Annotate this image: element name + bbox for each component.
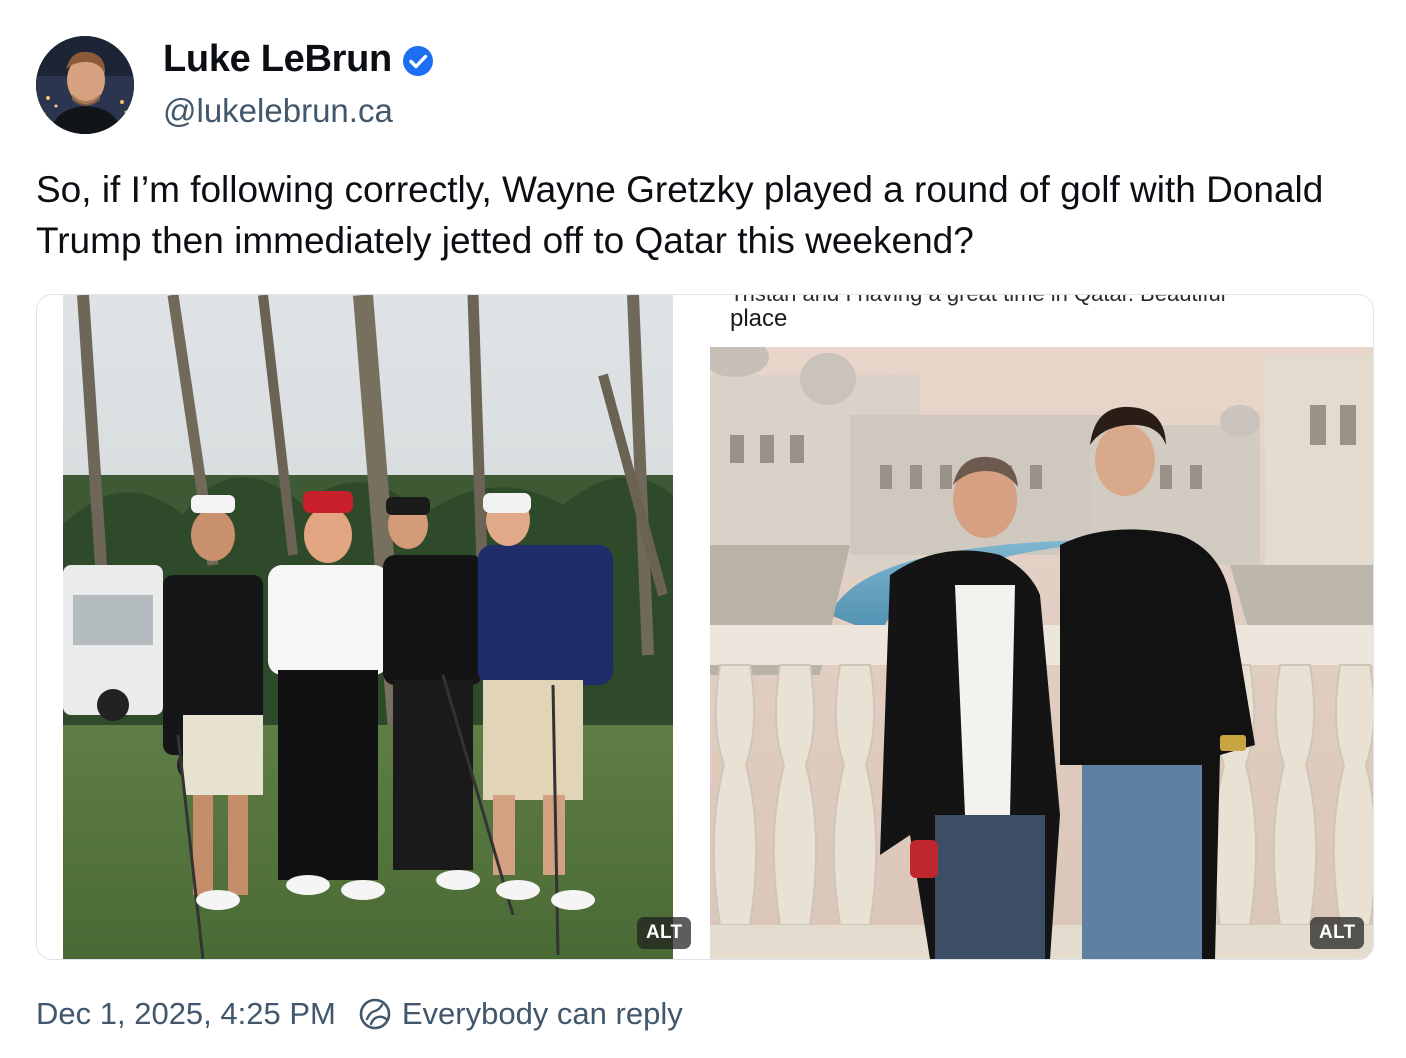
avatar[interactable] (36, 36, 134, 134)
verified-check-icon (402, 44, 434, 76)
post-footer: Dec 1, 2025, 4:25 PM Everybody can reply (36, 994, 683, 1034)
alt-badge-right[interactable]: ALT (1310, 917, 1365, 949)
display-name-text[interactable]: Luke LeBrun (163, 38, 392, 81)
qatar-balcony-photo[interactable]: Tristan and I having a great time in Qat… (710, 295, 1373, 959)
alt-badge-left[interactable]: ALT (637, 917, 692, 949)
post-text: So, if I’m following correctly, Wayne Gr… (36, 169, 1324, 261)
post-timestamp[interactable]: Dec 1, 2025, 4:25 PM (36, 996, 336, 1032)
caption-strip: Tristan and I having a great time in Qat… (710, 295, 1373, 347)
display-name[interactable]: Luke LeBrun (163, 38, 434, 81)
post-card: Luke LeBrun @lukelebrun.ca So, if I’m fo… (0, 0, 1406, 1058)
reply-globe-icon (358, 997, 392, 1031)
reply-setting[interactable]: Everybody can reply (402, 996, 683, 1032)
caption-line: place (730, 305, 788, 332)
author-handle[interactable]: @lukelebrun.ca (163, 92, 393, 130)
golf-course-photo[interactable] (63, 295, 673, 959)
media-gallery: Tristan and I having a great time in Qat… (36, 294, 1374, 960)
caption-cut-line: Tristan and I having a great time in Qat… (730, 295, 1226, 307)
